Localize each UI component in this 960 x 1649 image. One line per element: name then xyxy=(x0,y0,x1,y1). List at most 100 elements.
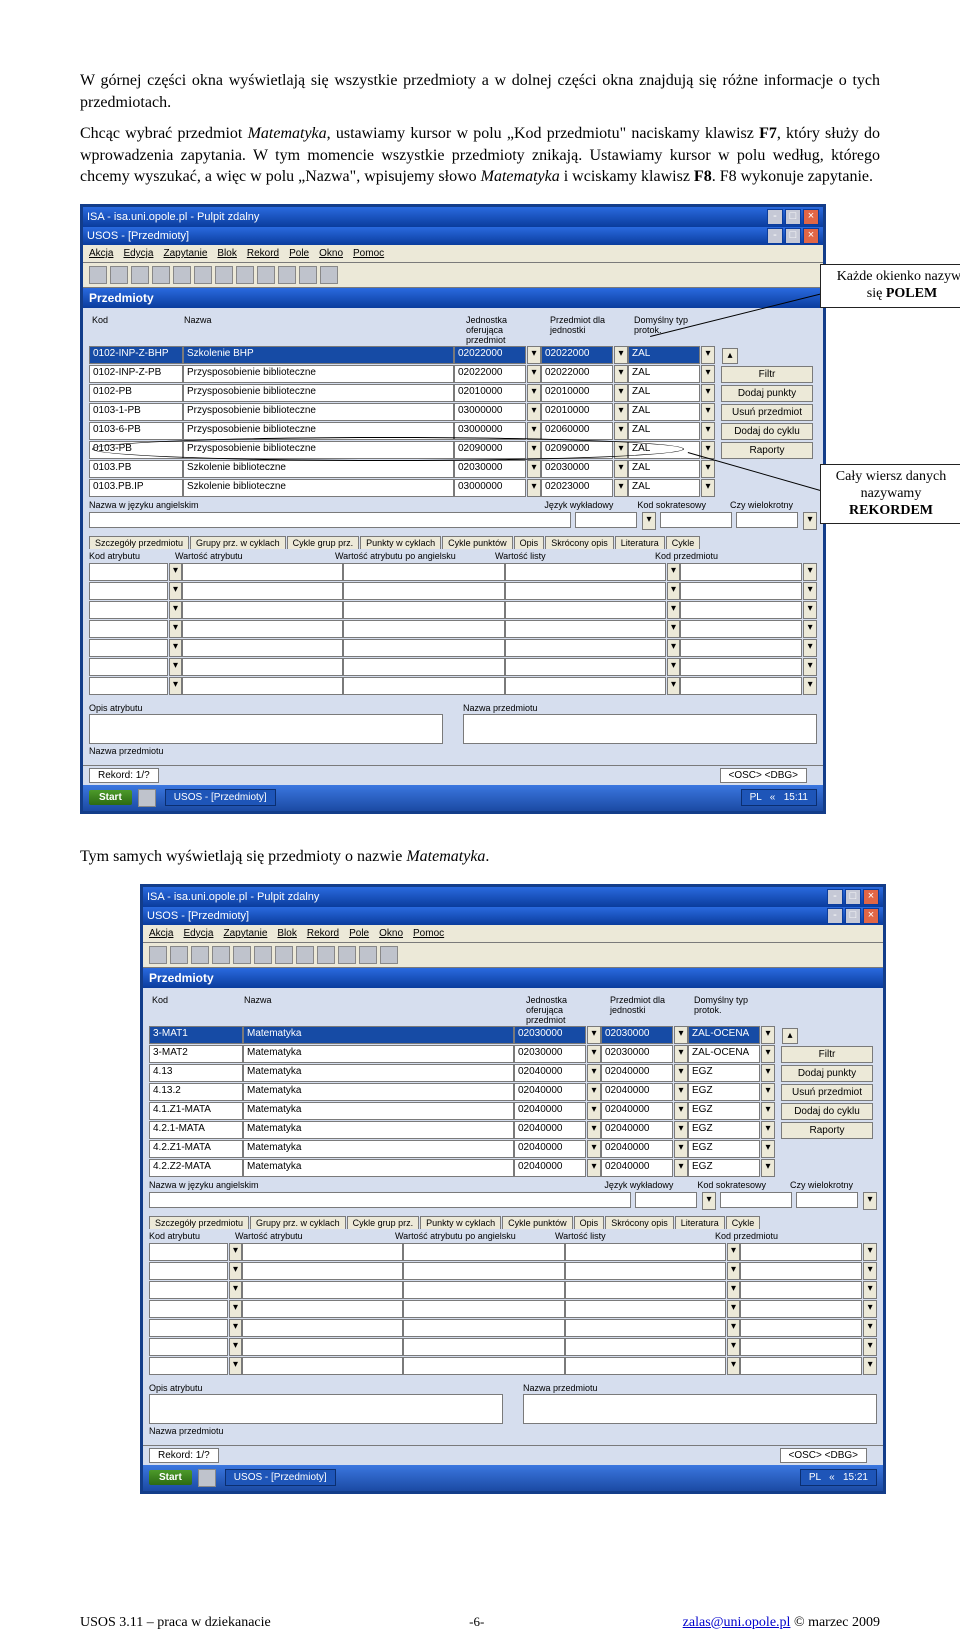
cell[interactable] xyxy=(680,620,802,638)
cell[interactable] xyxy=(242,1300,403,1318)
cell[interactable] xyxy=(149,1281,228,1299)
lov-icon[interactable]: ▾ xyxy=(667,658,681,676)
cell-domyslny[interactable]: EGZ xyxy=(688,1064,760,1082)
cell-kod[interactable]: 0102-INP-Z-BHP xyxy=(89,346,183,364)
close-icon[interactable]: × xyxy=(803,228,819,244)
lov-icon[interactable]: ▾ xyxy=(674,1121,688,1139)
cell[interactable] xyxy=(149,1300,228,1318)
table-row[interactable]: ▾▾▾ xyxy=(89,639,817,657)
cell[interactable] xyxy=(740,1281,862,1299)
toolbar-icon[interactable] xyxy=(236,266,254,284)
table-row[interactable]: ▾▾▾ xyxy=(149,1281,877,1299)
lov-icon[interactable]: ▾ xyxy=(863,1357,877,1375)
side-button[interactable]: Filtr xyxy=(721,366,813,383)
footer-email[interactable]: zalas@uni.opole.pl xyxy=(683,1615,791,1630)
side-button[interactable]: Dodaj punkty xyxy=(781,1065,873,1082)
cell[interactable] xyxy=(403,1300,564,1318)
minimize-icon[interactable]: - xyxy=(767,209,783,225)
cell[interactable] xyxy=(89,601,168,619)
cell[interactable] xyxy=(182,582,343,600)
cell-nazwa[interactable]: Przysposobienie biblioteczne xyxy=(183,365,454,383)
cell[interactable] xyxy=(565,1319,726,1337)
cell-jednostka[interactable]: 02030000 xyxy=(454,460,526,478)
table-row[interactable]: ▾▾▾ xyxy=(149,1262,877,1280)
cell-nazwa[interactable]: Matematyka xyxy=(243,1102,514,1120)
cell-jednostka[interactable]: 02022000 xyxy=(454,346,526,364)
browser-icon[interactable] xyxy=(138,789,156,807)
lov-icon[interactable]: ▾ xyxy=(701,346,715,364)
tab[interactable]: Szczegóły przedmiotu xyxy=(149,1216,249,1229)
lov-icon[interactable]: ▾ xyxy=(527,403,541,421)
cell[interactable] xyxy=(403,1281,564,1299)
toolbar-icon[interactable] xyxy=(212,946,230,964)
cell-nazwa[interactable]: Matematyka xyxy=(243,1159,514,1177)
cell-przedmiot-dla[interactable]: 02022000 xyxy=(541,365,613,383)
menu-item[interactable]: Okno xyxy=(319,248,343,259)
lov-icon[interactable]: ▾ xyxy=(229,1281,243,1299)
cell[interactable] xyxy=(343,677,504,695)
toolbar-icon[interactable] xyxy=(152,266,170,284)
cell-przedmiot-dla[interactable]: 02030000 xyxy=(601,1045,673,1063)
table-row[interactable]: ▾▾▾ xyxy=(89,658,817,676)
lov-icon[interactable]: ▾ xyxy=(667,677,681,695)
toolbar-icon[interactable] xyxy=(110,266,128,284)
cell[interactable] xyxy=(403,1338,564,1356)
side-button[interactable]: Raporty xyxy=(781,1122,873,1139)
cell-nazwa[interactable]: Matematyka xyxy=(243,1026,514,1044)
cell[interactable] xyxy=(89,658,168,676)
lov-icon[interactable]: ▾ xyxy=(701,422,715,440)
lov-icon[interactable]: ▾ xyxy=(674,1102,688,1120)
lov-icon[interactable]: ▾ xyxy=(527,365,541,383)
toolbar-icon[interactable] xyxy=(191,946,209,964)
cell-kod[interactable]: 0102-INP-Z-PB xyxy=(89,365,183,383)
lov-icon[interactable]: ▾ xyxy=(169,639,183,657)
cell[interactable] xyxy=(242,1319,403,1337)
cell[interactable] xyxy=(182,601,343,619)
table-row[interactable]: ▾▾▾ xyxy=(89,620,817,638)
lov-icon[interactable]: ▾ xyxy=(587,1083,601,1101)
cell-kod[interactable]: 0103.PB.IP xyxy=(89,479,183,497)
input-kod-sok[interactable] xyxy=(660,512,732,528)
lov-icon[interactable]: ▾ xyxy=(863,1300,877,1318)
lov-icon[interactable]: ▾ xyxy=(863,1319,877,1337)
cell-nazwa[interactable]: Szkolenie biblioteczne xyxy=(183,460,454,478)
table-row[interactable]: 0102-PBPrzysposobienie biblioteczne02010… xyxy=(89,384,715,402)
lov-icon[interactable]: ▾ xyxy=(614,346,628,364)
toolbar-icon[interactable] xyxy=(296,946,314,964)
input-jezyk[interactable] xyxy=(635,1192,697,1208)
cell[interactable] xyxy=(89,677,168,695)
input-wielokrotny[interactable] xyxy=(736,512,798,528)
table-row[interactable]: 0103.PBSzkolenie biblioteczne02030000▾02… xyxy=(89,460,715,478)
cell-nazwa[interactable]: Matematyka xyxy=(243,1140,514,1158)
lov-icon[interactable]: ▾ xyxy=(803,563,817,581)
cell[interactable] xyxy=(182,658,343,676)
lov-icon[interactable]: ▾ xyxy=(527,384,541,402)
lov-icon[interactable]: ▾ xyxy=(863,1281,877,1299)
cell-jednostka[interactable]: 02040000 xyxy=(514,1064,586,1082)
cell-jednostka[interactable]: 02040000 xyxy=(514,1159,586,1177)
cell[interactable] xyxy=(242,1262,403,1280)
cell-jednostka[interactable]: 02030000 xyxy=(514,1026,586,1044)
table-row[interactable]: ▾▾▾ xyxy=(149,1319,877,1337)
menu-item[interactable]: Akcja xyxy=(89,248,113,259)
input-opis-atr[interactable] xyxy=(149,1394,503,1424)
lov-icon[interactable]: ▾ xyxy=(587,1102,601,1120)
cell-domyslny[interactable]: EGZ xyxy=(688,1140,760,1158)
lov-icon[interactable]: ▾ xyxy=(527,422,541,440)
lov-icon[interactable]: ▾ xyxy=(587,1045,601,1063)
tab[interactable]: Cykle punktów xyxy=(442,536,513,549)
maximize-icon[interactable]: □ xyxy=(845,889,861,905)
taskbar-app[interactable]: USOS - [Przedmioty] xyxy=(225,1469,336,1486)
lov-icon[interactable]: ▾ xyxy=(587,1026,601,1044)
cell-nazwa[interactable]: Przysposobienie biblioteczne xyxy=(183,403,454,421)
table-row[interactable]: ▾▾▾ xyxy=(149,1357,877,1375)
lov-icon[interactable]: ▾ xyxy=(169,563,183,581)
lov-icon[interactable]: ▾ xyxy=(674,1064,688,1082)
lov-icon[interactable]: ▾ xyxy=(761,1159,775,1177)
input-wielokrotny[interactable] xyxy=(796,1192,858,1208)
lov-icon[interactable]: ▾ xyxy=(727,1338,741,1356)
cell-kod[interactable]: 4.2.Z1-MATA xyxy=(149,1140,243,1158)
lov-icon[interactable]: ▾ xyxy=(761,1026,775,1044)
table-row[interactable]: 3-MAT2Matematyka02030000▾02030000▾ZAL-OC… xyxy=(149,1045,775,1063)
cell-jednostka[interactable]: 02040000 xyxy=(514,1140,586,1158)
